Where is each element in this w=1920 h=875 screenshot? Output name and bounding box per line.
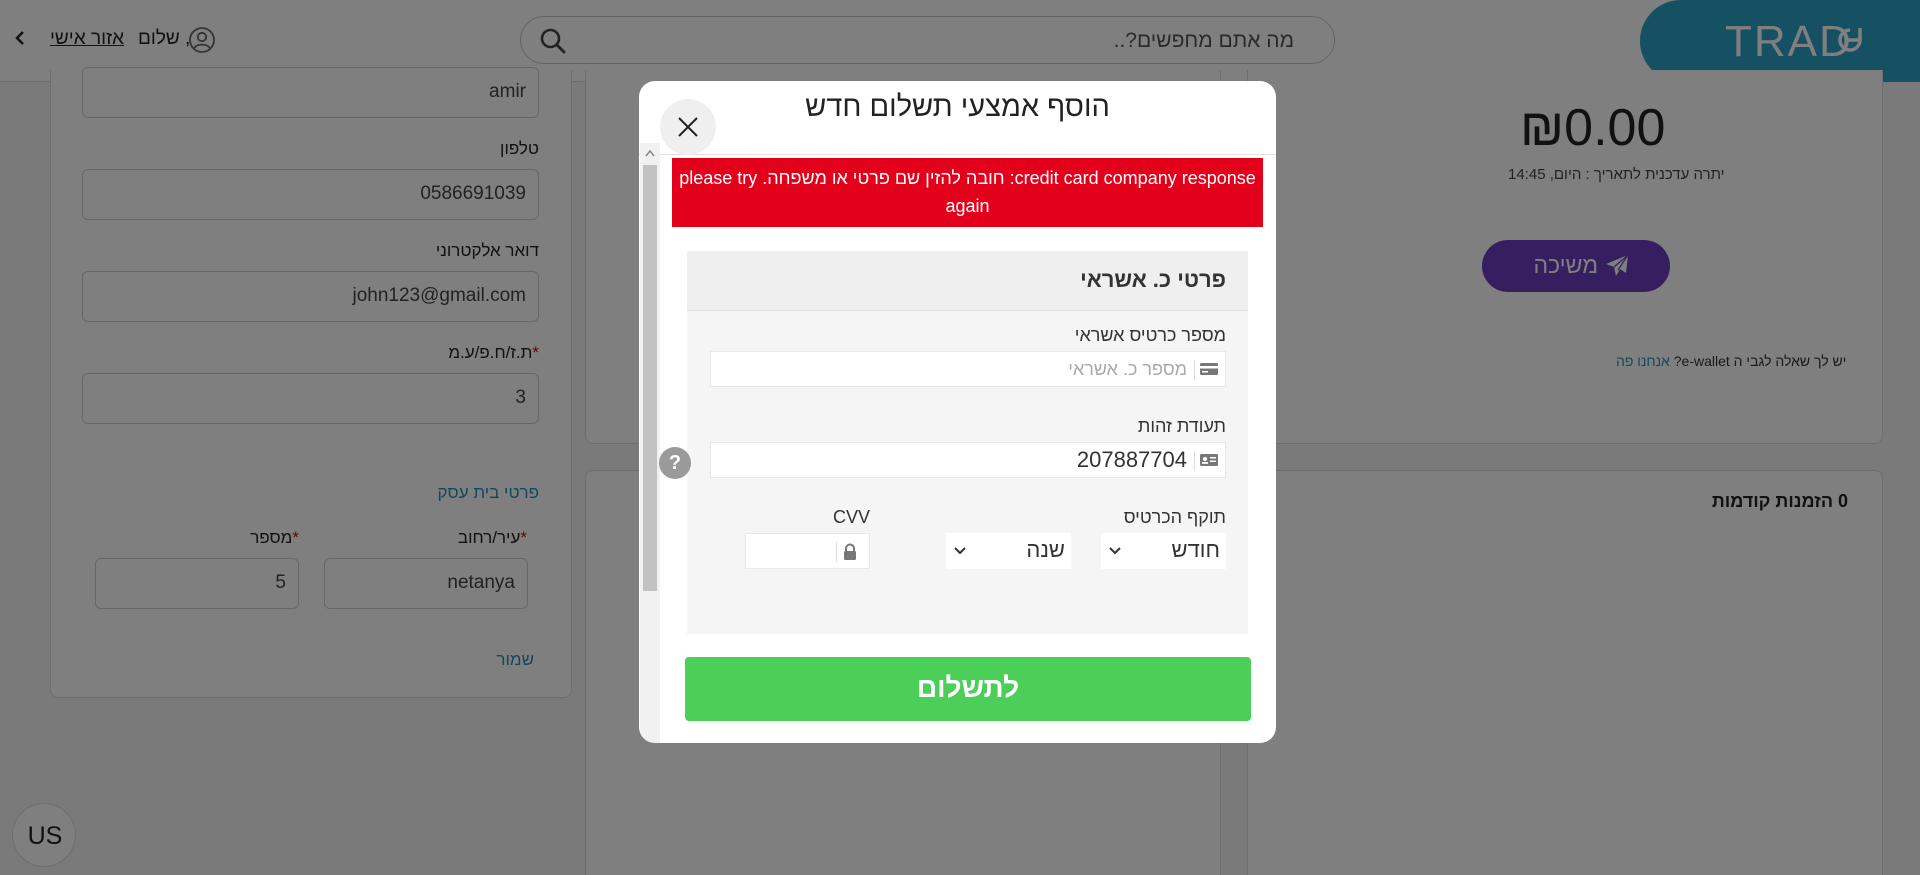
pay-label: לתשלום: [916, 672, 1020, 703]
cvv-label: CVV: [832, 507, 870, 527]
pay-button[interactable]: לתשלום: [685, 657, 1251, 721]
input-separator: [1194, 360, 1195, 380]
add-payment-modal: הוסף אמצעי תשלום חדש credit card company…: [639, 81, 1276, 743]
scroll-up-icon[interactable]: [645, 149, 655, 157]
close-icon: [678, 117, 698, 137]
id-number-value: 207887704: [1076, 447, 1187, 472]
cvv-help-button[interactable]: ?: [659, 447, 691, 479]
input-separator: [1194, 451, 1195, 471]
id-number-label: תעודת זהות: [1137, 416, 1226, 436]
id-card-icon: [1200, 454, 1218, 466]
credit-card-icon: [1200, 363, 1218, 375]
modal-scrollbar[interactable]: [640, 143, 660, 743]
card-number-input[interactable]: מספר כ. אשראי: [710, 351, 1226, 387]
card-number-label: מספר כרטיס אשראי: [1074, 325, 1226, 345]
modal-divider: [639, 154, 1276, 155]
scroll-thumb[interactable]: [643, 165, 657, 591]
card-number-placeholder: מספר כ. אשראי: [1068, 359, 1187, 379]
expiry-month-value: חודש: [1171, 537, 1220, 562]
expiry-year-select[interactable]: שנה: [946, 533, 1071, 569]
expiry-label: תוקף הכרטיס: [1123, 507, 1226, 527]
chevron-down-icon: [1109, 547, 1121, 555]
expiry-month-select[interactable]: חודש: [1101, 533, 1226, 569]
modal-title: הוסף אמצעי תשלום חדש: [805, 91, 1110, 123]
credit-card-panel: פרטי כ. אשראי מספר כרטיס אשראי מספר כ. א…: [687, 251, 1248, 634]
help-icon: ?: [668, 452, 682, 474]
chevron-down-icon: [954, 547, 966, 555]
expiry-year-value: שנה: [1026, 537, 1065, 562]
id-number-input[interactable]: 207887704: [710, 442, 1226, 478]
credit-card-panel-title: פרטי כ. אשראי: [1080, 267, 1226, 292]
error-message: credit card company response: חובה להזין…: [679, 168, 1256, 216]
credit-card-panel-header: פרטי כ. אשראי: [687, 251, 1248, 311]
lock-icon: [844, 543, 856, 560]
cvv-input[interactable]: [745, 533, 870, 569]
close-button[interactable]: [660, 99, 716, 155]
error-alert: credit card company response: חובה להזין…: [672, 158, 1263, 227]
input-separator: [836, 542, 837, 562]
